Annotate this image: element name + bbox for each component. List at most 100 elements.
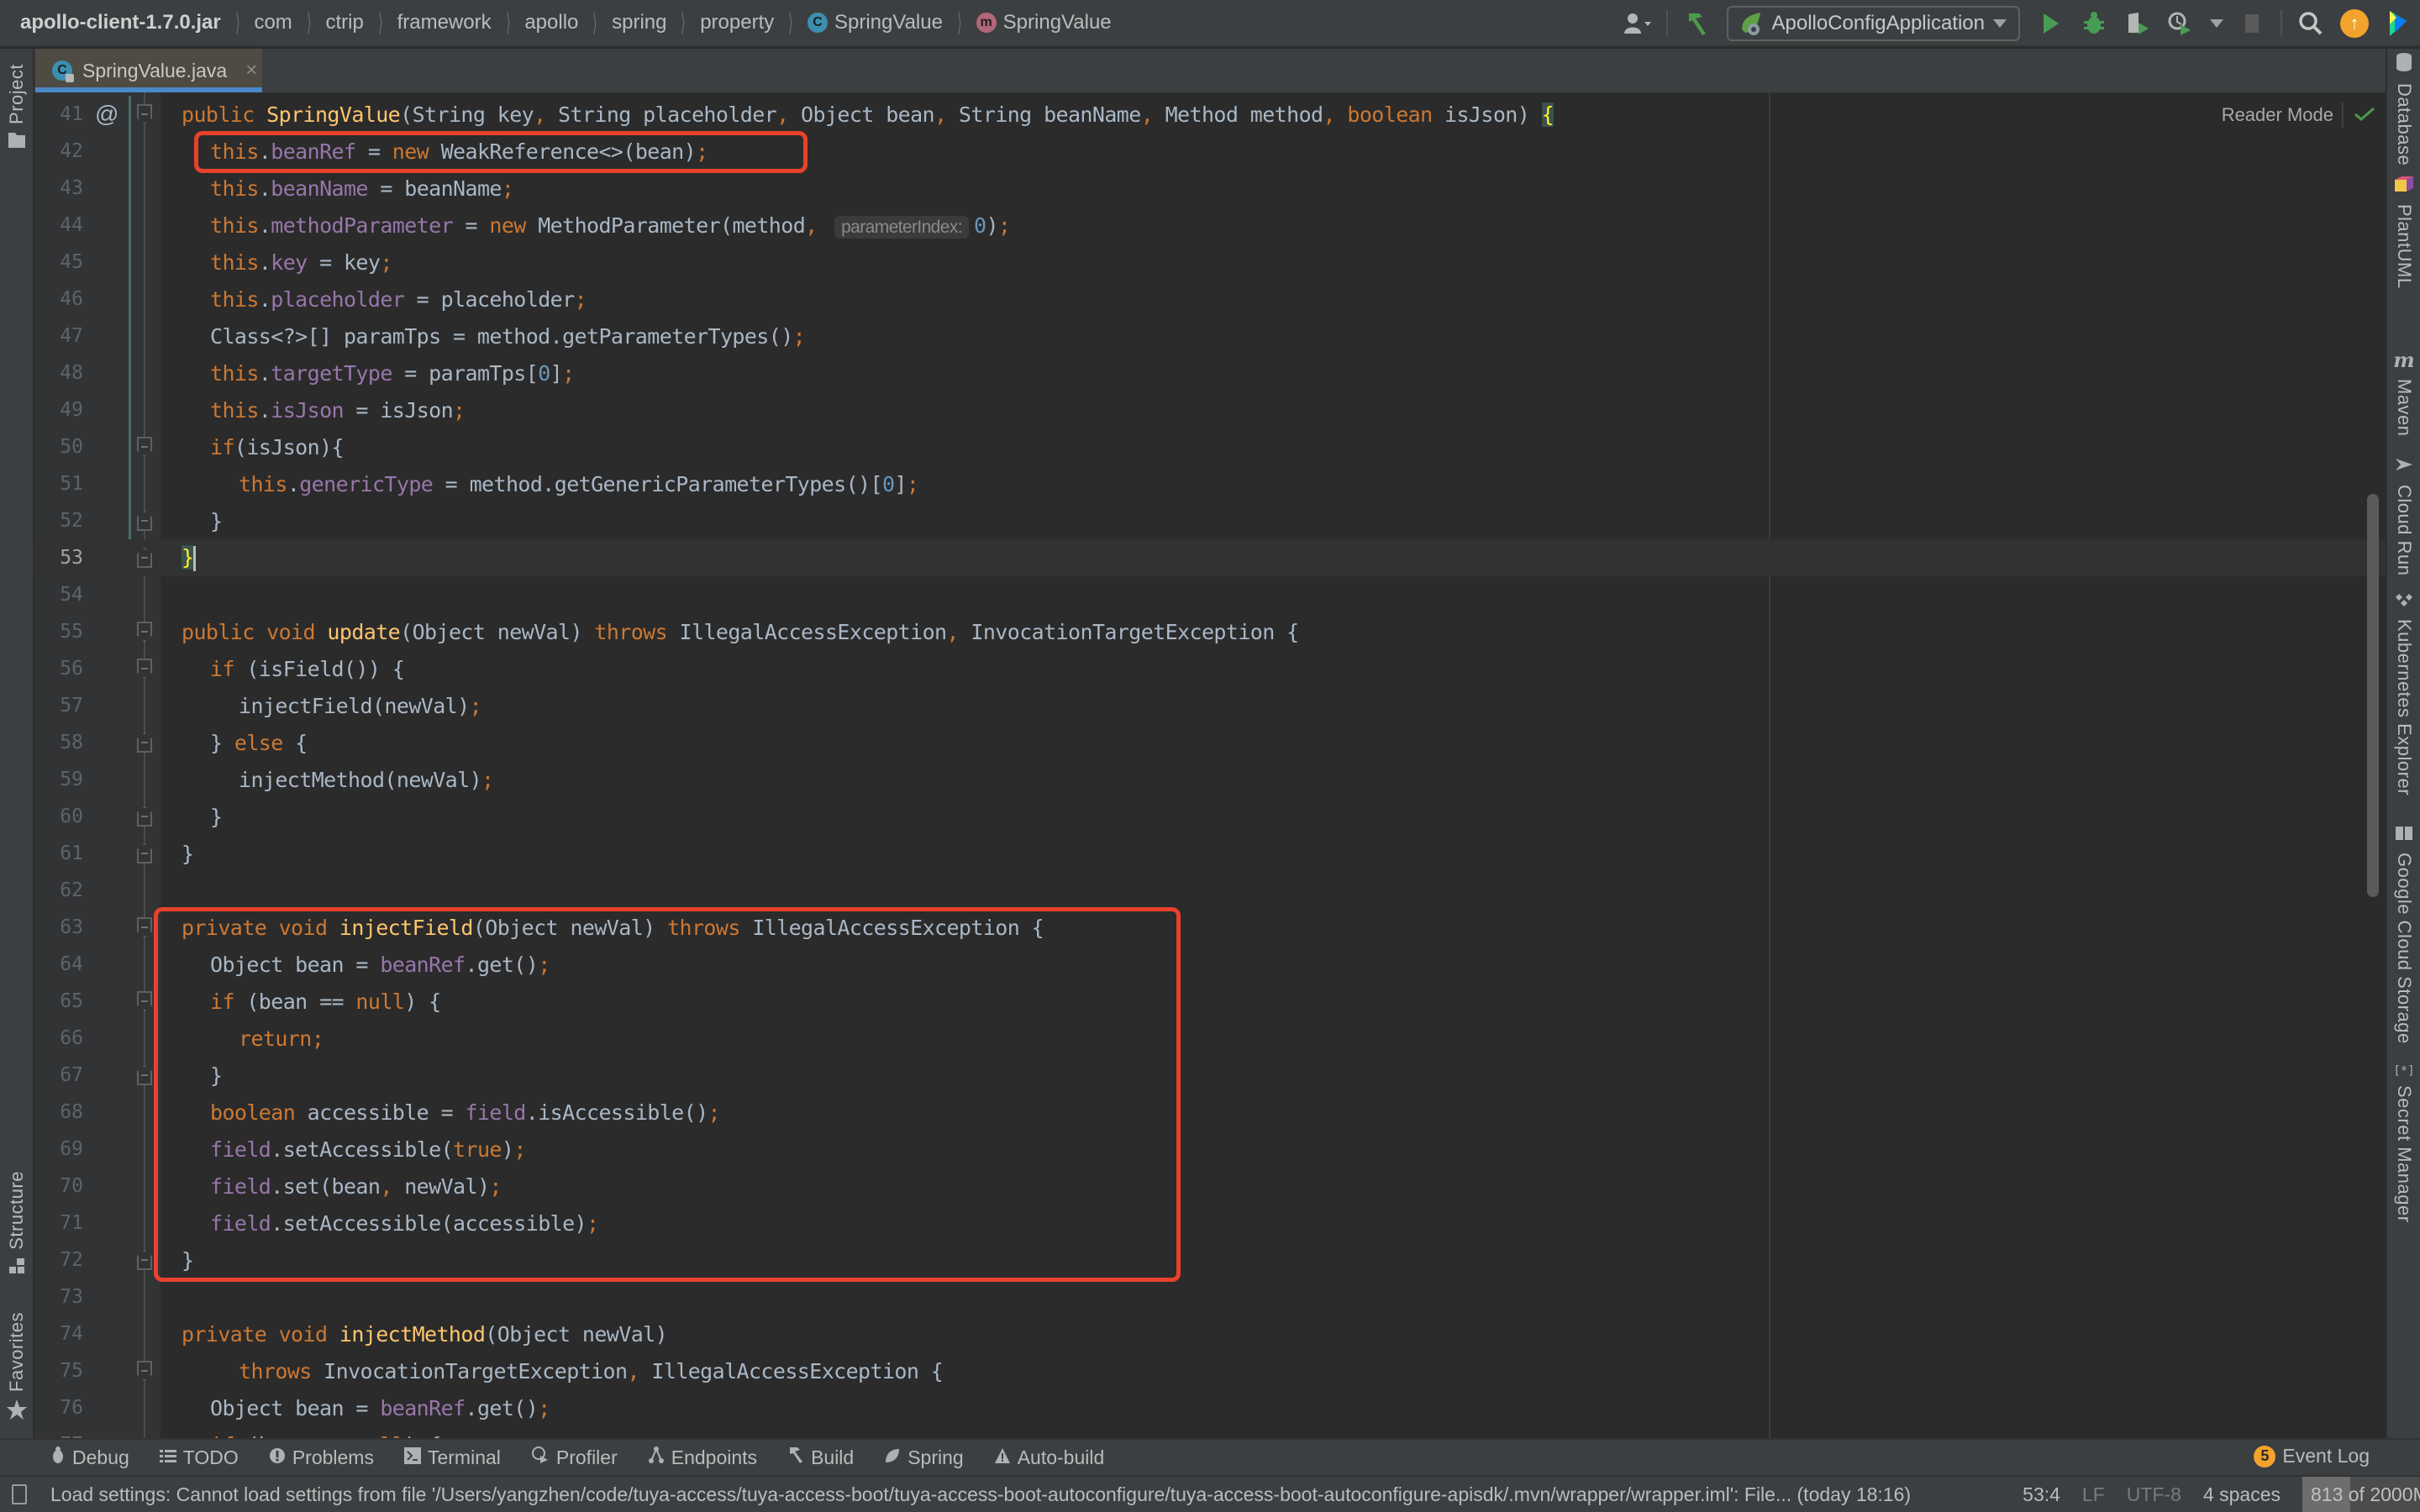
line-number[interactable]: 68 [34, 1101, 83, 1123]
line-number[interactable]: 54 [34, 584, 83, 606]
profiler-dropdown-icon[interactable] [2210, 19, 2223, 28]
line-number[interactable]: 75 [34, 1360, 83, 1382]
profiler-icon[interactable] [2165, 7, 2198, 40]
code-line[interactable]: 50 if(isJson){ [34, 428, 2386, 465]
fold-end-icon[interactable] [137, 843, 152, 864]
line-number[interactable]: 49 [34, 399, 83, 421]
line-number[interactable]: 52 [34, 510, 83, 532]
vertical-scrollbar[interactable] [2367, 494, 2379, 897]
fold-end-icon[interactable] [137, 511, 152, 531]
code-line[interactable]: 73 [34, 1278, 2386, 1315]
line-number[interactable]: 61 [34, 843, 83, 864]
fold-end-icon[interactable] [137, 548, 152, 568]
code-line[interactable]: 43 this.beanName = beanName; [34, 170, 2386, 207]
line-number[interactable]: 65 [34, 990, 83, 1012]
code-editor[interactable]: 41 @ public SpringValue(String key, String… [34, 92, 2386, 1438]
code-line[interactable]: 46 this.placeholder = placeholder; [34, 281, 2386, 318]
code-line[interactable]: 74 private void injectMethod(Object newVa… [34, 1315, 2386, 1352]
tab-springvalue-java[interactable]: C SpringValue.java × [35, 49, 262, 92]
line-number[interactable]: 63 [34, 916, 83, 938]
fold-start-icon[interactable] [137, 437, 152, 457]
run-icon[interactable] [2033, 7, 2067, 40]
tool-window-spring[interactable]: Spring [884, 1446, 964, 1469]
line-number[interactable]: 44 [34, 214, 83, 236]
line-number[interactable]: 55 [34, 621, 83, 643]
tool-secret-manager[interactable]: [*] Secret Manager [2387, 1063, 2420, 1223]
fold-start-icon[interactable] [137, 104, 152, 124]
tool-maven[interactable]: m Maven [2387, 348, 2420, 437]
code-line[interactable]: 53} [34, 539, 2386, 576]
tool-plantuml[interactable]: PlantUML [2387, 175, 2420, 289]
code-line[interactable]: 42 this.beanRef = new WeakReference<>(bea… [34, 133, 2386, 170]
code-line[interactable]: 54 [34, 576, 2386, 613]
toolbox-icon[interactable] [2381, 7, 2415, 40]
fold-start-icon[interactable] [137, 917, 152, 937]
code-line[interactable]: 45 this.key = key; [34, 244, 2386, 281]
line-number[interactable]: 62 [34, 879, 83, 901]
breadcrumb-item[interactable]: property [700, 11, 774, 34]
tool-window-profiler[interactable]: Profiler [531, 1446, 618, 1469]
run-configuration-selector[interactable]: ApolloConfigApplication [1726, 6, 2020, 41]
tool-cloud-storage[interactable]: Google Cloud Storage [2387, 825, 2420, 1044]
code-line[interactable]: 63 private void injectField(Object newVal… [34, 909, 2386, 946]
code-line[interactable]: 67} [34, 1057, 2386, 1094]
tool-structure[interactable]: Structure [0, 1171, 34, 1275]
tool-database[interactable]: Database [2387, 52, 2420, 165]
tool-window-problems[interactable]: Problems [269, 1446, 374, 1469]
fold-end-icon[interactable] [137, 1250, 152, 1270]
code-line[interactable]: 61} [34, 835, 2386, 872]
code-line[interactable]: 76 Object bean = beanRef.get(); [34, 1389, 2386, 1426]
tool-kubernetes[interactable]: Kubernetes Explorer [2387, 593, 2420, 795]
code-line[interactable]: 77if (bean == null) { [34, 1426, 2386, 1439]
code-line[interactable]: 55 public void update(Object newVal) thro… [34, 613, 2386, 650]
fold-start-icon[interactable] [137, 1361, 152, 1381]
line-number[interactable]: 56 [34, 658, 83, 680]
breadcrumb-item[interactable]: spring [612, 11, 666, 34]
line-number[interactable]: 70 [34, 1175, 83, 1197]
fold-end-icon[interactable] [137, 1065, 152, 1085]
code-line[interactable]: 48 this.targetType = paramTps[0]; [34, 354, 2386, 391]
code-line[interactable]: 52} [34, 502, 2386, 539]
line-number[interactable]: 64 [34, 953, 83, 975]
user-icon[interactable] [1621, 7, 1655, 40]
code-line[interactable]: 49 this.isJson = isJson; [34, 391, 2386, 428]
fold-end-icon[interactable] [137, 732, 152, 753]
code-line[interactable]: 71 field.setAccessible(accessible); [34, 1205, 2386, 1242]
line-number[interactable]: 74 [34, 1323, 83, 1345]
line-number[interactable]: 71 [34, 1212, 83, 1234]
indent-setting[interactable]: 4 spaces [2203, 1483, 2281, 1506]
line-number[interactable]: 73 [34, 1286, 83, 1308]
code-line[interactable]: 47 Class<?>[] paramTps = method.getParame… [34, 318, 2386, 354]
status-message[interactable]: Load settings: Cannot load settings from… [50, 1483, 1911, 1506]
override-marker-icon[interactable]: @ [95, 101, 118, 128]
tool-favorites[interactable]: Favorites [0, 1312, 34, 1420]
search-icon[interactable] [2294, 7, 2328, 40]
tool-window-todo[interactable]: TODO [159, 1446, 239, 1469]
tool-windows-toggle-icon[interactable] [12, 1484, 27, 1504]
code-line[interactable]: 62 [34, 872, 2386, 909]
debug-icon[interactable] [2077, 7, 2111, 40]
code-line[interactable]: 66 return; [34, 1020, 2386, 1057]
event-log-button[interactable]: 5 Event Log [2254, 1445, 2370, 1467]
breadcrumb-item[interactable]: apollo-client-1.7.0.jar [20, 11, 221, 34]
caret-position[interactable]: 53:4 [2023, 1483, 2060, 1506]
line-number[interactable]: 46 [34, 288, 83, 310]
code-line[interactable]: 69 field.setAccessible(true); [34, 1131, 2386, 1168]
tool-window-terminal[interactable]: Terminal [403, 1446, 501, 1469]
tool-window-debug[interactable]: Debug [50, 1446, 129, 1469]
stop-icon[interactable] [2235, 7, 2269, 40]
line-number[interactable]: 45 [34, 251, 83, 273]
line-number[interactable]: 76 [34, 1397, 83, 1419]
fold-end-icon[interactable] [137, 806, 152, 827]
code-line[interactable]: 41 @ public SpringValue(String key, String… [34, 96, 2386, 133]
breadcrumb-item[interactable]: ctrip [326, 11, 364, 34]
breadcrumb-item[interactable]: com [254, 11, 292, 34]
tool-window-endpoints[interactable]: Endpoints [648, 1446, 757, 1469]
code-line[interactable]: 58} else { [34, 724, 2386, 761]
memory-indicator[interactable]: 813 of 2000M [2302, 1477, 2420, 1512]
line-number[interactable]: 66 [34, 1027, 83, 1049]
line-number[interactable]: 51 [34, 473, 83, 495]
line-number[interactable]: 60 [34, 806, 83, 827]
tool-window-auto-build[interactable]: Auto-build [994, 1446, 1104, 1469]
breadcrumb-item[interactable]: apollo [524, 11, 578, 34]
